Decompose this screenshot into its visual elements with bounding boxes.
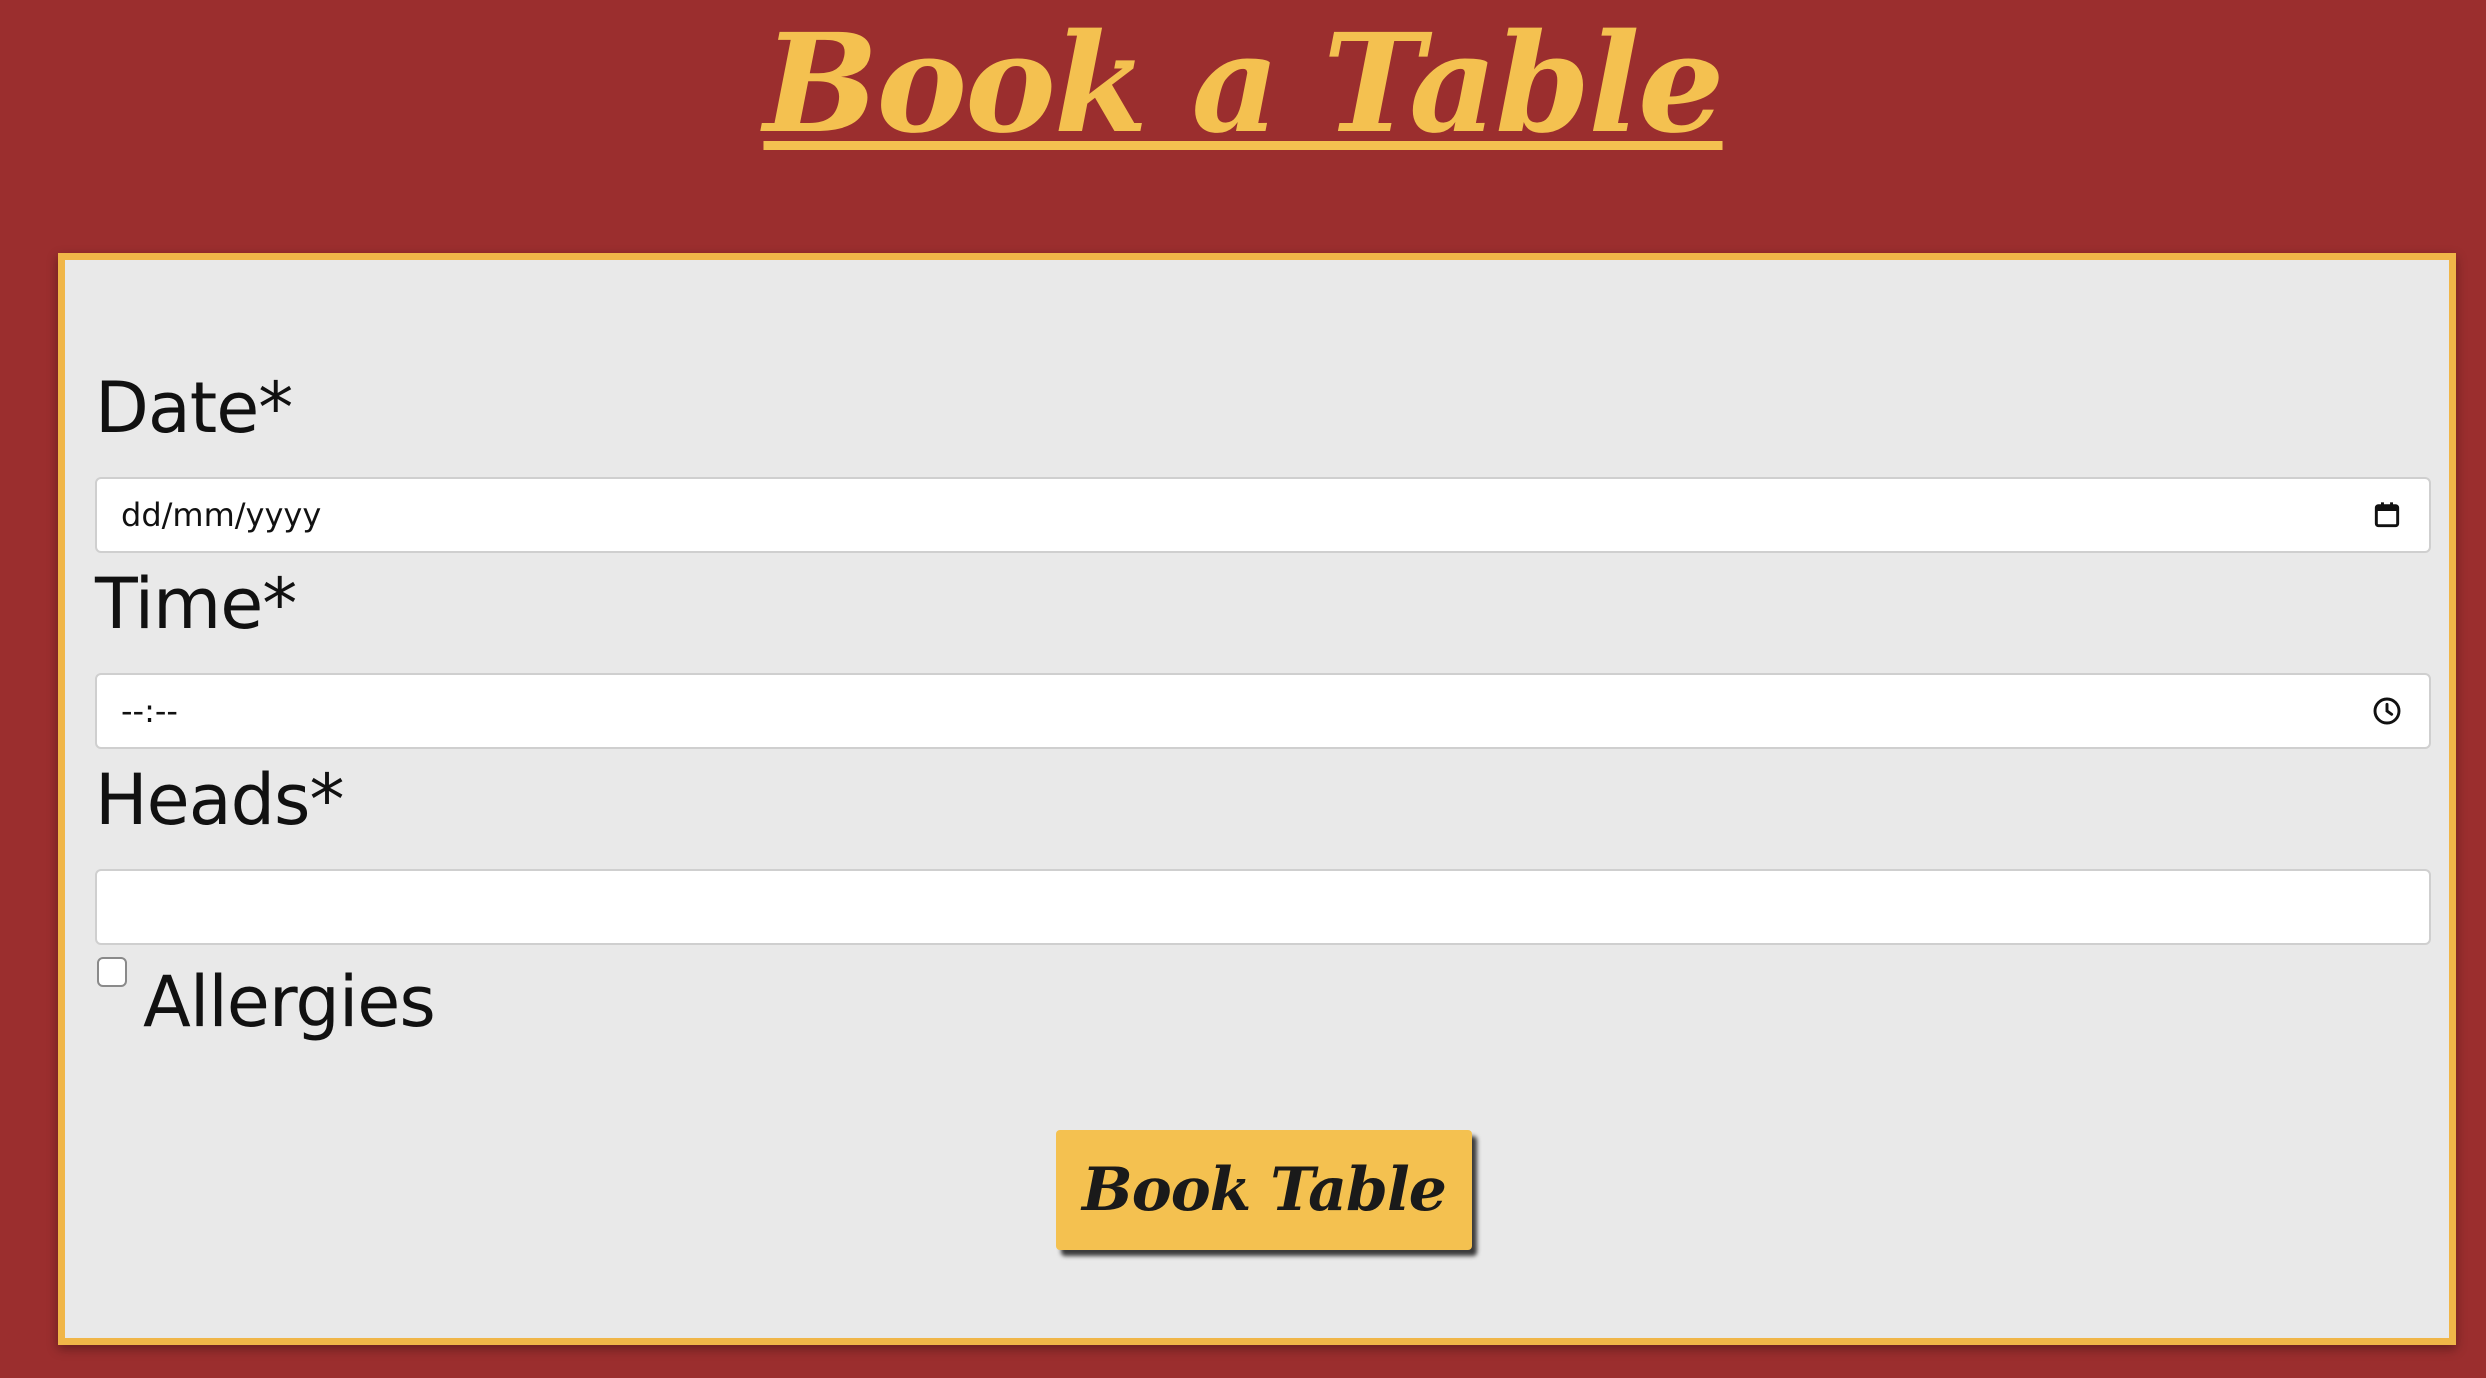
time-label: Time*	[95, 563, 297, 645]
booking-form: Date* dd/mm/yyyy Time* --:-- Heads* Alle…	[58, 253, 2456, 1345]
clock-icon[interactable]	[2371, 695, 2403, 727]
time-input[interactable]: --:--	[95, 673, 2431, 749]
heads-label: Heads*	[95, 759, 345, 841]
heads-input[interactable]	[95, 869, 2431, 945]
book-table-button[interactable]: Book Table	[1056, 1130, 1472, 1250]
allergies-label[interactable]: Allergies	[143, 962, 436, 1042]
allergies-checkbox[interactable]	[97, 957, 127, 987]
time-input-value: --:--	[121, 692, 178, 730]
page-title: Book a Table	[763, 4, 1724, 164]
date-label: Date*	[95, 367, 293, 449]
calendar-icon[interactable]	[2371, 499, 2403, 531]
date-input-value: dd/mm/yyyy	[121, 496, 322, 534]
date-input[interactable]: dd/mm/yyyy	[95, 477, 2431, 553]
